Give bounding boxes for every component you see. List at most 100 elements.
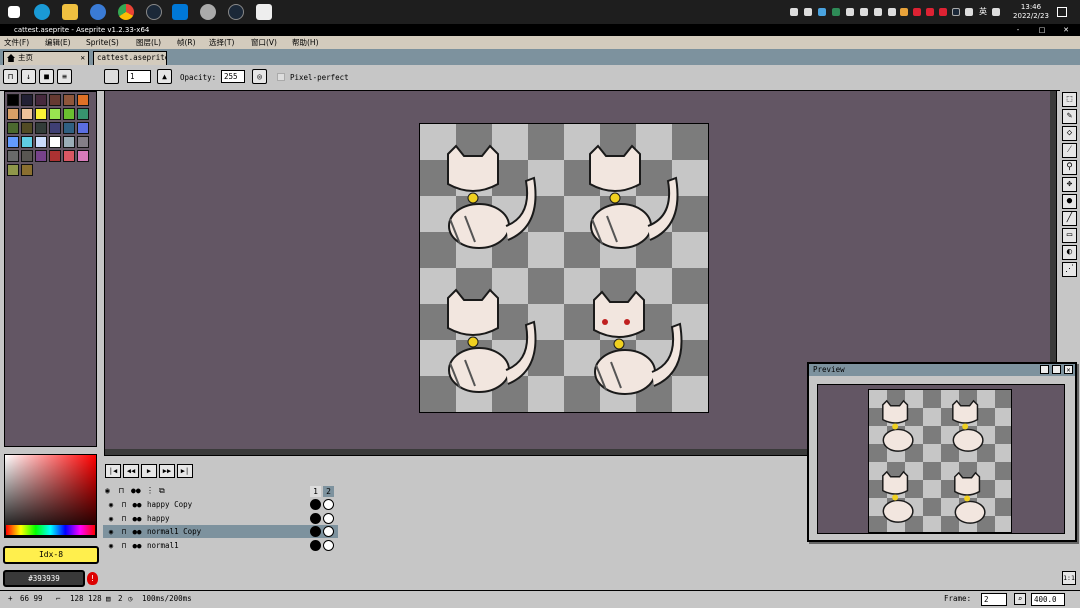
file-explorer-icon[interactable] — [62, 4, 78, 20]
eye-icon[interactable]: ◉ — [105, 539, 117, 552]
palette-swatch[interactable] — [21, 122, 33, 134]
cel-frame-1[interactable] — [310, 512, 321, 524]
preview-play-icon[interactable] — [1052, 365, 1061, 374]
palette-swatch[interactable] — [21, 94, 33, 106]
lock-icon[interactable]: ⊓ — [118, 512, 130, 525]
cel-frame-2[interactable] — [323, 499, 334, 510]
marquee-tool-icon[interactable]: ⬚ — [1062, 92, 1077, 107]
settings-icon[interactable] — [200, 4, 216, 20]
pixel-perfect-icon[interactable]: ◎ — [252, 69, 267, 84]
lock-icon[interactable]: ⊓ — [3, 69, 18, 84]
ink-icon[interactable]: ▲ — [157, 69, 172, 84]
eyedropper-tool-icon[interactable]: ⁄ — [1062, 143, 1077, 158]
previous-frame-button[interactable]: ◀◀ — [123, 464, 139, 478]
palette-swatch[interactable] — [77, 150, 89, 162]
palette-swatch[interactable] — [21, 108, 33, 120]
preview-close-icon[interactable]: ✕ — [1064, 365, 1073, 374]
brush-type-button[interactable] — [104, 69, 119, 84]
palette-swatch[interactable] — [35, 122, 47, 134]
notification-icon[interactable] — [1057, 7, 1067, 17]
palette-options-icon[interactable]: ■ — [39, 69, 54, 84]
tray-app-icon[interactable] — [874, 8, 882, 16]
palette-swatch[interactable] — [21, 136, 33, 148]
palette-swatch[interactable] — [7, 150, 19, 162]
opacity-field[interactable]: 255 — [221, 70, 245, 83]
steam-icon[interactable] — [952, 8, 960, 16]
layer-row[interactable]: ◉ ⊓ ●● normal1 Copy — [103, 525, 338, 538]
tray-app-icon[interactable] — [860, 8, 868, 16]
move-tool-icon[interactable]: ✥ — [1062, 177, 1077, 192]
steam-icon[interactable] — [146, 4, 162, 20]
palette-swatch[interactable] — [7, 122, 19, 134]
frame-field[interactable]: 2 — [981, 593, 1007, 606]
palette-swatch[interactable] — [7, 108, 19, 120]
tab-close-button[interactable]: ✕ — [80, 52, 85, 64]
frame-header-2[interactable]: 2 — [323, 486, 334, 497]
last-frame-button[interactable]: ▶| — [177, 464, 193, 478]
wifi-icon[interactable] — [965, 8, 973, 16]
lock-icon[interactable]: ⊓ — [118, 539, 130, 552]
tray-app-icon[interactable] — [900, 8, 908, 16]
menu-icon[interactable]: ≡ — [57, 69, 72, 84]
brush-size-field[interactable]: 1 — [127, 70, 151, 83]
eraser-tool-icon[interactable]: ◇ — [1062, 126, 1077, 141]
menu-help[interactable]: 帮助(H) — [292, 36, 319, 49]
palette-swatch[interactable] — [77, 136, 89, 148]
contour-tool-icon[interactable]: ◐ — [1062, 245, 1077, 260]
cel-frame-1[interactable] — [310, 539, 321, 551]
chrome-icon[interactable] — [118, 4, 134, 20]
palette-swatch[interactable] — [77, 94, 89, 106]
foreground-color-button[interactable]: Idx-8 — [3, 546, 99, 564]
lock-icon[interactable]: ⊓ — [118, 498, 130, 511]
pencil-tool-icon[interactable]: ✎ — [1062, 109, 1077, 124]
palette-swatch[interactable] — [49, 94, 61, 106]
zoom-field[interactable]: 400.0 — [1031, 593, 1065, 606]
input-language[interactable]: 英 — [979, 6, 987, 17]
eye-icon[interactable]: ◉ — [105, 498, 117, 511]
menu-edit[interactable]: 编辑(E) — [45, 36, 71, 49]
continuous-icon[interactable]: ●● — [131, 484, 141, 497]
cel-frame-2[interactable] — [323, 526, 334, 537]
sprite-canvas[interactable] — [419, 123, 709, 413]
preview-options-icon[interactable] — [1040, 365, 1049, 374]
mic-icon[interactable] — [804, 8, 812, 16]
edge-icon[interactable] — [34, 4, 50, 20]
tray-app-icon[interactable] — [846, 8, 854, 16]
play-button[interactable]: ▶ — [141, 464, 157, 478]
palette-swatch[interactable] — [7, 136, 19, 148]
continuous-icon[interactable]: ●● — [131, 512, 143, 525]
palette-swatch[interactable] — [21, 164, 33, 176]
tray-app-icon[interactable] — [939, 8, 947, 16]
layer-row[interactable]: ◉ ⊓ ●● happy Copy — [103, 498, 338, 511]
palette-swatch[interactable] — [63, 94, 75, 106]
tab-home[interactable]: 主页 ✕ — [3, 51, 89, 65]
eye-icon[interactable]: ◉ — [105, 512, 117, 525]
fill-tool-icon[interactable]: ● — [1062, 194, 1077, 209]
continuous-icon[interactable]: ●● — [131, 539, 143, 552]
palette-swatch[interactable] — [7, 164, 19, 176]
palette-swatch[interactable] — [77, 122, 89, 134]
rectangle-tool-icon[interactable]: ▭ — [1062, 228, 1077, 243]
first-frame-button[interactable]: |◀ — [105, 464, 121, 478]
tray-app-icon[interactable] — [888, 8, 896, 16]
palette-swatch[interactable] — [49, 108, 61, 120]
lock-icon[interactable]: ⊓ — [119, 484, 124, 497]
continuous-icon[interactable]: ●● — [131, 525, 143, 538]
menu-layer[interactable]: 图层(L) — [136, 36, 161, 49]
vscode-icon[interactable] — [172, 4, 188, 20]
menu-file[interactable]: 文件(F) — [4, 36, 29, 49]
palette-swatch[interactable] — [35, 108, 47, 120]
palette-swatch[interactable] — [63, 122, 75, 134]
tray-app-icon[interactable] — [926, 8, 934, 16]
palette-swatch[interactable] — [63, 150, 75, 162]
palette-swatch[interactable] — [63, 108, 75, 120]
palette-swatch[interactable] — [35, 150, 47, 162]
clock[interactable]: 13:46 2022/2/23 — [1006, 3, 1056, 21]
palette-swatch[interactable] — [49, 136, 61, 148]
lock-icon[interactable]: ⊓ — [118, 525, 130, 538]
cel-frame-2[interactable] — [323, 512, 334, 524]
menu-select[interactable]: 选择(T) — [209, 36, 234, 49]
layer-row[interactable]: ◉ ⊓ ●● normal1 — [103, 539, 338, 552]
palette-swatch[interactable] — [49, 122, 61, 134]
eye-icon[interactable]: ◉ — [105, 484, 110, 497]
